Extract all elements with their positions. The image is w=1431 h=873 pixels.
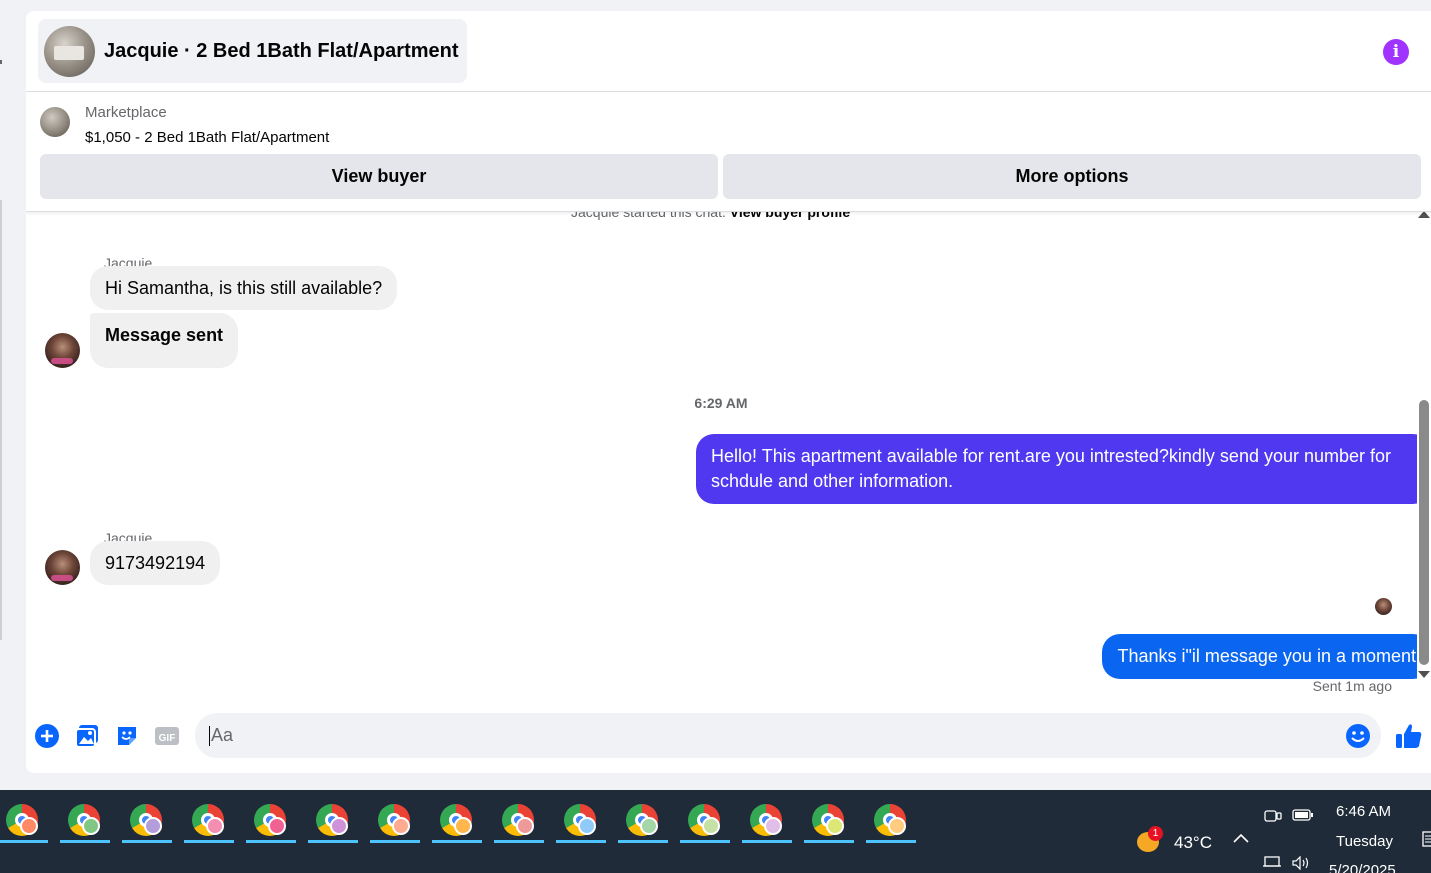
chrome-taskbar-icon[interactable] xyxy=(0,798,48,843)
emoji-icon[interactable] xyxy=(1345,723,1371,749)
message-list: Jacquie started this chat. View buyer pr… xyxy=(26,204,1431,700)
svg-text:GIF: GIF xyxy=(159,733,176,744)
temperature[interactable]: 43°C xyxy=(1174,833,1212,853)
weather-badge: 1 xyxy=(1148,826,1163,841)
thumbs-up-icon[interactable] xyxy=(1394,723,1424,749)
listing-price-title[interactable]: $1,050 - 2 Bed 1Bath Flat/Apartment xyxy=(85,129,329,146)
windows-taskbar: 1 43°C 6:46 AM Tuesday 5/20/2025 xyxy=(0,790,1431,873)
network-icon[interactable] xyxy=(1262,856,1282,873)
chrome-taskbar-icon[interactable] xyxy=(680,798,730,843)
more-options-button[interactable]: More options xyxy=(723,154,1421,199)
avatar[interactable] xyxy=(45,333,80,368)
chrome-taskbar-icon[interactable] xyxy=(246,798,296,843)
plus-circle-icon[interactable] xyxy=(34,723,60,749)
chrome-taskbar-icon[interactable] xyxy=(308,798,358,843)
chrome-taskbar-icon[interactable] xyxy=(432,798,482,843)
chrome-taskbar-icon[interactable] xyxy=(804,798,854,843)
clock-day[interactable]: Tuesday xyxy=(1336,833,1393,850)
outgoing-message[interactable]: Hello! This apartment available for rent… xyxy=(696,434,1431,504)
battery-icon[interactable] xyxy=(1292,808,1314,827)
chat-header: Jacquie · 2 Bed 1Bath Flat/Apartment i xyxy=(26,11,1431,92)
message-input-placeholder: Aa xyxy=(211,725,234,745)
listing-avatar xyxy=(44,25,95,77)
marketplace-banner: Marketplace $1,050 - 2 Bed 1Bath Flat/Ap… xyxy=(26,92,1431,212)
scroll-thumb[interactable] xyxy=(1419,400,1429,665)
weather-icon[interactable]: 1 xyxy=(1135,826,1163,852)
message-timestamp: 6:29 AM xyxy=(694,395,748,411)
incoming-message[interactable]: Hi Samantha, is this still available? xyxy=(90,266,398,310)
volume-icon[interactable] xyxy=(1291,855,1313,873)
message-input[interactable]: Aa xyxy=(195,713,1381,758)
chrome-taskbar-icon[interactable] xyxy=(866,798,916,843)
chat-scrollbar[interactable] xyxy=(1417,201,1431,689)
conversation-title-button[interactable]: Jacquie · 2 Bed 1Bath Flat/Apartment xyxy=(38,19,467,83)
chrome-taskbar-icon[interactable] xyxy=(122,798,172,843)
chevron-up-icon[interactable] xyxy=(1232,830,1250,853)
info-icon[interactable]: i xyxy=(1383,39,1409,65)
outgoing-message[interactable]: Thanks i"il message you in a moment xyxy=(1102,634,1431,679)
sent-status: Sent 1m ago xyxy=(1312,678,1392,694)
photo-icon[interactable] xyxy=(74,723,100,749)
conversation-title: Jacquie · 2 Bed 1Bath Flat/Apartment xyxy=(104,39,459,62)
scroll-down-arrow-icon[interactable] xyxy=(1418,671,1430,678)
clock-date[interactable]: 5/20/2025 xyxy=(1329,862,1396,873)
chrome-taskbar-icon[interactable] xyxy=(742,798,792,843)
chrome-taskbar-icon[interactable] xyxy=(184,798,234,843)
incoming-message[interactable]: Message sent xyxy=(90,313,239,368)
chrome-taskbar-icon[interactable] xyxy=(556,798,606,843)
background-window-edge xyxy=(0,0,26,790)
text-caret xyxy=(209,725,210,746)
avatar[interactable] xyxy=(45,550,80,585)
listing-thumbnail xyxy=(40,107,70,137)
marketplace-label: Marketplace xyxy=(85,104,167,121)
notification-icon[interactable] xyxy=(1421,830,1431,848)
incoming-message[interactable]: 9173492194 xyxy=(90,541,221,585)
chrome-taskbar-icon[interactable] xyxy=(60,798,110,843)
seen-avatar xyxy=(1375,598,1392,615)
view-buyer-button[interactable]: View buyer xyxy=(40,154,718,199)
chat-window: Jacquie · 2 Bed 1Bath Flat/Apartment i M… xyxy=(26,11,1431,773)
chrome-taskbar-icon[interactable] xyxy=(370,798,420,843)
gif-icon[interactable]: GIF xyxy=(154,723,180,749)
sticker-icon[interactable] xyxy=(114,723,140,749)
message-composer: GIF Aa xyxy=(26,700,1431,773)
scroll-up-arrow-icon[interactable] xyxy=(1418,211,1430,218)
chrome-taskbar-icon[interactable] xyxy=(494,798,544,843)
chrome-taskbar-icon[interactable] xyxy=(618,798,668,843)
teams-icon[interactable] xyxy=(1264,808,1282,829)
clock-time[interactable]: 6:46 AM xyxy=(1336,803,1391,820)
